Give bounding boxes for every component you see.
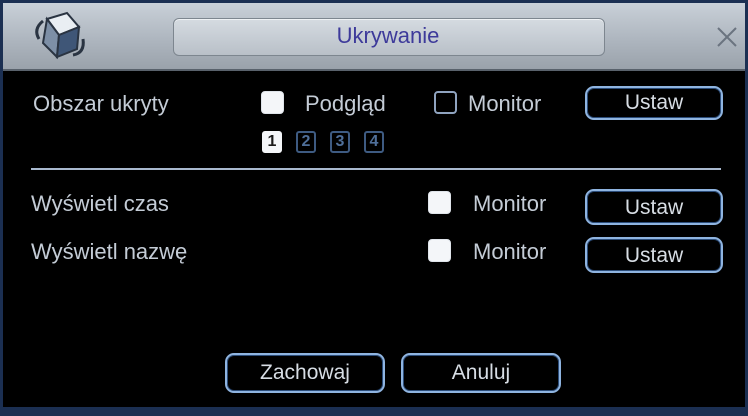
show-name-label: Wyświetl nazwę xyxy=(31,239,188,264)
show-name-set-button[interactable]: Ustaw xyxy=(585,237,723,273)
show-time-set-button[interactable]: Ustaw xyxy=(585,189,723,225)
show-time-monitor-label: Monitor xyxy=(473,191,547,216)
page-button-4[interactable]: 4 xyxy=(364,131,384,153)
page-button-1[interactable]: 1 xyxy=(262,131,282,153)
page-button-3[interactable]: 3 xyxy=(330,131,350,153)
cancel-button[interactable]: Anuluj xyxy=(401,353,561,393)
hidden-area-monitor-label: Monitor xyxy=(468,91,542,116)
save-button[interactable]: Zachowaj xyxy=(225,353,385,393)
title-bar[interactable]: Ukrywanie xyxy=(3,3,745,71)
show-time-label: Wyświetl czas xyxy=(31,191,169,216)
show-name-monitor-checkbox[interactable] xyxy=(428,239,451,262)
preview-checkbox[interactable] xyxy=(261,91,284,114)
show-name-monitor-label: Monitor xyxy=(473,239,547,264)
section-divider xyxy=(31,168,721,170)
hidden-area-label: Obszar ukryty xyxy=(33,91,169,116)
show-time-monitor-checkbox[interactable] xyxy=(428,191,451,214)
window-bottom-edge xyxy=(3,407,745,413)
close-icon[interactable] xyxy=(715,25,739,49)
window-title: Ukrywanie xyxy=(336,23,440,48)
cube-logo-icon xyxy=(35,11,85,60)
page-button-2[interactable]: 2 xyxy=(296,131,316,153)
hidden-area-set-button[interactable]: Ustaw xyxy=(585,86,723,120)
privacy-mask-dialog: Ukrywanie Obszar ukryty Podgląd Monitor … xyxy=(0,0,748,416)
preview-label: Podgląd xyxy=(305,91,386,116)
hidden-area-monitor-checkbox[interactable] xyxy=(434,91,457,114)
